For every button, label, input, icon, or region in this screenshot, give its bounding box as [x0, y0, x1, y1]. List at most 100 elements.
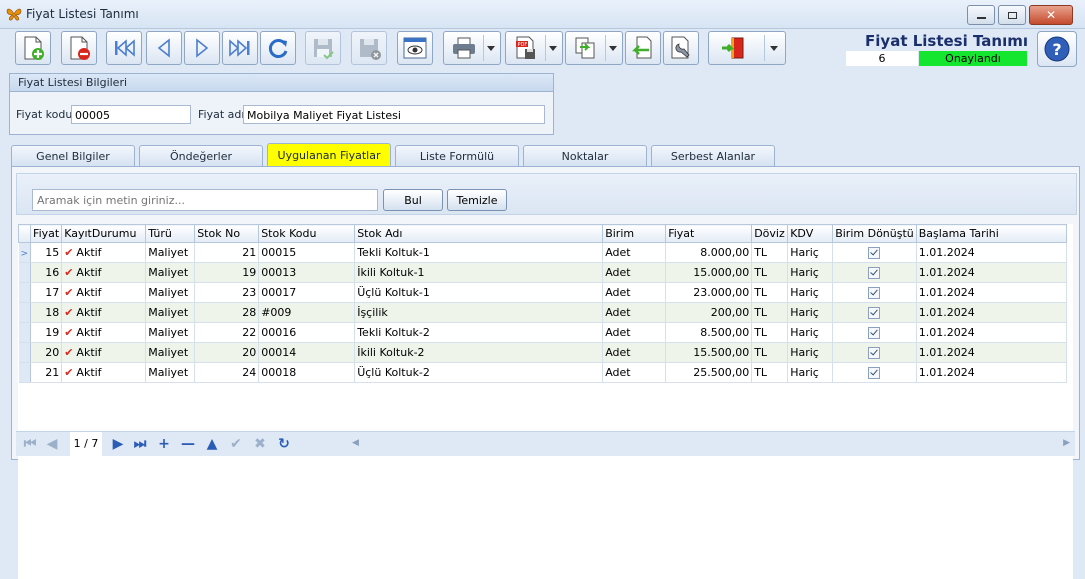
cell-birim[interactable]: Adet	[602, 322, 667, 343]
cell-stok-kodu[interactable]: 00016	[258, 322, 356, 343]
cell-turu[interactable]: Maliyet	[145, 322, 196, 343]
first-page-icon[interactable]: ⏮	[22, 436, 38, 452]
last-record-button[interactable]	[222, 31, 258, 65]
cell-birim-donus[interactable]	[832, 262, 917, 283]
row-indicator[interactable]	[18, 362, 32, 383]
cell-fiyat[interactable]: 15.000,00	[665, 262, 753, 283]
row-indicator[interactable]	[18, 262, 32, 283]
tab-list-formula[interactable]: Liste Formülü	[395, 145, 519, 166]
price-name-input[interactable]: Mobilya Maliyet Fiyat Listesi	[243, 105, 545, 124]
tab-defaults[interactable]: Öndeğerler	[139, 145, 263, 166]
cell-birim[interactable]: Adet	[602, 362, 667, 383]
cell-durum[interactable]: ✔ Aktif	[61, 262, 147, 283]
cell-fiyat[interactable]: 25.500,00	[665, 362, 753, 383]
cell-fiyat-no[interactable]: 15	[30, 242, 63, 263]
scroll-right-icon[interactable]: ▶	[1063, 438, 1070, 448]
unit-conversion-checkbox[interactable]	[868, 307, 881, 319]
cell-turu[interactable]: Maliyet	[145, 242, 196, 263]
cell-durum[interactable]: ✔ Aktif	[61, 302, 147, 323]
column-header[interactable]: Türü	[145, 224, 196, 243]
remove-row-icon[interactable]: —	[180, 436, 196, 452]
last-page-icon[interactable]: ⏭	[132, 436, 148, 452]
cell-turu[interactable]: Maliyet	[145, 282, 196, 303]
cell-tarih[interactable]: 1.01.2024	[916, 282, 1067, 303]
cell-stok-no[interactable]: 22	[194, 322, 260, 343]
cell-fiyat-no[interactable]: 16	[30, 262, 63, 283]
column-header[interactable]: Stok Kodu	[258, 224, 356, 243]
cell-tarih[interactable]: 1.01.2024	[916, 262, 1067, 283]
refresh-button[interactable]	[260, 31, 296, 65]
column-header[interactable]: Döviz	[751, 224, 789, 243]
unit-conversion-checkbox[interactable]	[868, 267, 881, 279]
cell-fiyat-no[interactable]: 19	[30, 322, 63, 343]
row-indicator[interactable]	[18, 322, 32, 343]
clear-button[interactable]: Temizle	[447, 189, 507, 211]
exit-dropdown[interactable]	[708, 31, 786, 65]
tab-applied-prices[interactable]: Uygulanan Fiyatlar	[267, 143, 391, 166]
cell-stok-no[interactable]: 20	[194, 342, 260, 363]
cell-doviz[interactable]: TL	[751, 282, 789, 303]
new-record-button[interactable]	[15, 31, 51, 65]
maximize-button[interactable]	[998, 5, 1026, 25]
cell-stok-no[interactable]: 21	[194, 242, 260, 263]
cell-birim[interactable]: Adet	[602, 262, 667, 283]
cell-birim-donus[interactable]	[832, 322, 917, 343]
cell-turu[interactable]: Maliyet	[145, 342, 196, 363]
cell-fiyat[interactable]: 8.500,00	[665, 322, 753, 343]
cell-stok-adi[interactable]: İkili Koltuk-1	[354, 262, 604, 283]
column-header[interactable]: Stok No	[194, 224, 260, 243]
tools-button[interactable]	[663, 31, 699, 65]
cell-doviz[interactable]: TL	[751, 342, 789, 363]
cell-fiyat-no[interactable]: 17	[30, 282, 63, 303]
tab-general[interactable]: Genel Bilgiler	[11, 145, 135, 166]
cell-stok-kodu[interactable]: 00015	[258, 242, 356, 263]
cancel-icon[interactable]: ✖	[252, 436, 268, 452]
column-header[interactable]: KayıtDurumu	[61, 224, 147, 243]
cell-tarih[interactable]: 1.01.2024	[916, 342, 1067, 363]
cell-birim[interactable]: Adet	[602, 302, 667, 323]
cell-stok-no[interactable]: 24	[194, 362, 260, 383]
refresh-grid-icon[interactable]: ↻	[276, 436, 292, 452]
cell-stok-no[interactable]: 23	[194, 282, 260, 303]
cell-doviz[interactable]: TL	[751, 262, 789, 283]
table-row[interactable]: 18 ✔ Aktif Maliyet 28 #009 İşçilik Adet 200,00 TL…	[18, 302, 1067, 323]
cell-fiyat-no[interactable]: 18	[30, 302, 63, 323]
tab-points[interactable]: Noktalar	[523, 145, 647, 166]
help-button[interactable]: ?	[1037, 31, 1077, 67]
cell-durum[interactable]: ✔ Aktif	[61, 362, 147, 383]
cell-turu[interactable]: Maliyet	[145, 302, 196, 323]
import-button[interactable]	[625, 31, 661, 65]
unit-conversion-checkbox[interactable]	[868, 247, 881, 259]
cell-fiyat[interactable]: 200,00	[665, 302, 753, 323]
unit-conversion-checkbox[interactable]	[868, 367, 881, 379]
table-row[interactable]: 21 ✔ Aktif Maliyet 24 00018 Üçlü Koltuk-2 Adet 2…	[18, 362, 1067, 383]
search-input[interactable]	[32, 189, 378, 211]
edit-row-icon[interactable]: ▲	[204, 436, 220, 452]
minimize-button[interactable]	[967, 5, 995, 25]
unit-conversion-checkbox[interactable]	[868, 327, 881, 339]
cell-durum[interactable]: ✔ Aktif	[61, 282, 147, 303]
next-page-icon[interactable]: ▶	[110, 436, 126, 452]
cell-tarih[interactable]: 1.01.2024	[916, 242, 1067, 263]
add-row-icon[interactable]: +	[156, 436, 172, 452]
cell-durum[interactable]: ✔ Aktif	[61, 322, 147, 343]
cell-birim-donus[interactable]	[832, 282, 917, 303]
cell-stok-kodu[interactable]: 00017	[258, 282, 356, 303]
unit-conversion-checkbox[interactable]	[868, 287, 881, 299]
first-record-button[interactable]	[106, 31, 142, 65]
cell-tarih[interactable]: 1.01.2024	[916, 322, 1067, 343]
table-row[interactable]: 16 ✔ Aktif Maliyet 19 00013 İkili Koltuk-1 Adet…	[18, 262, 1067, 283]
accept-icon[interactable]: ✔	[228, 436, 244, 452]
column-header[interactable]: Stok Adı	[354, 224, 604, 243]
scroll-left-icon[interactable]: ◀	[352, 438, 359, 448]
cell-turu[interactable]: Maliyet	[145, 262, 196, 283]
cell-stok-kodu[interactable]: 00013	[258, 262, 356, 283]
export-pdf-dropdown[interactable]: PDF	[505, 31, 563, 65]
row-indicator[interactable]	[18, 342, 32, 363]
cell-durum[interactable]: ✔ Aktif	[61, 342, 147, 363]
cell-tarih[interactable]: 1.01.2024	[916, 302, 1067, 323]
preview-button[interactable]	[397, 31, 433, 65]
cell-birim-donus[interactable]	[832, 242, 917, 263]
horizontal-scrollbar[interactable]: ◀ ▶	[352, 438, 1070, 450]
row-indicator[interactable]: >	[18, 242, 32, 263]
